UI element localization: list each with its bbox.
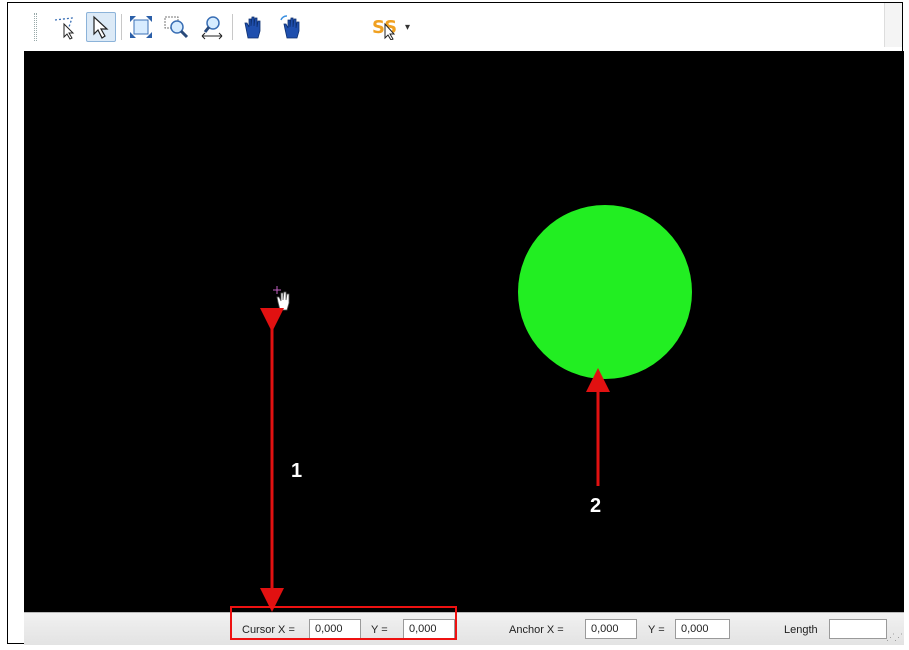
cursor-y-field: 0,000	[403, 619, 455, 639]
cursor-x-field: 0,000	[309, 619, 361, 639]
green-circle-shape[interactable]	[518, 205, 692, 379]
toolbar: SS ▾	[8, 3, 902, 47]
zoom-window-icon	[164, 16, 189, 39]
anchor-y-label: Y =	[648, 624, 665, 636]
toolbar-scroll[interactable]	[884, 3, 902, 47]
toolbar-grip[interactable]	[34, 13, 37, 41]
rotate-hand-icon	[280, 15, 300, 39]
status-bar: Cursor X = 0,000 Y = 0,000 Anchor X = 0,…	[24, 612, 904, 645]
lasso-select-button[interactable]	[50, 12, 80, 42]
anchor-x-label: Anchor X =	[509, 624, 564, 636]
resize-grip[interactable]: ⋰⋰	[886, 632, 903, 643]
length-label: Length	[784, 624, 818, 636]
drawing-canvas[interactable]	[24, 51, 904, 612]
pan-rotate-button[interactable]	[276, 12, 306, 42]
toolbar-separator	[232, 14, 233, 40]
snap-icon: SS	[372, 17, 397, 40]
toolbar-separator	[121, 14, 122, 40]
snap-dropdown-arrow[interactable]: ▾	[405, 22, 410, 33]
zoom-extents-icon	[130, 16, 152, 38]
cursor-y-label: Y =	[371, 624, 388, 636]
cursor-x-label: Cursor X =	[242, 624, 295, 636]
hand-cursor-icon	[272, 284, 294, 317]
zoom-horizontal-button[interactable]	[197, 12, 227, 42]
hand-icon	[244, 16, 261, 39]
zoom-extents-button[interactable]	[126, 12, 156, 42]
length-field	[829, 619, 887, 639]
anchor-y-field: 0,000	[675, 619, 730, 639]
annotation-label-1: 1	[291, 460, 303, 482]
anchor-x-field: 0,000	[585, 619, 637, 639]
viewer-window: SS ▾ Cursor X = 0,000 Y = 0,000 Anchor X…	[7, 2, 904, 645]
lasso-select-icon	[54, 17, 75, 40]
pointer-select-button[interactable]	[86, 12, 116, 42]
pointer-icon	[93, 15, 109, 39]
annotation-label-2: 2	[590, 495, 602, 517]
snap-tool-button[interactable]: SS	[371, 12, 401, 42]
pan-button[interactable]	[238, 12, 268, 42]
zoom-window-button[interactable]	[161, 12, 191, 42]
zoom-horizontal-icon	[201, 16, 223, 40]
